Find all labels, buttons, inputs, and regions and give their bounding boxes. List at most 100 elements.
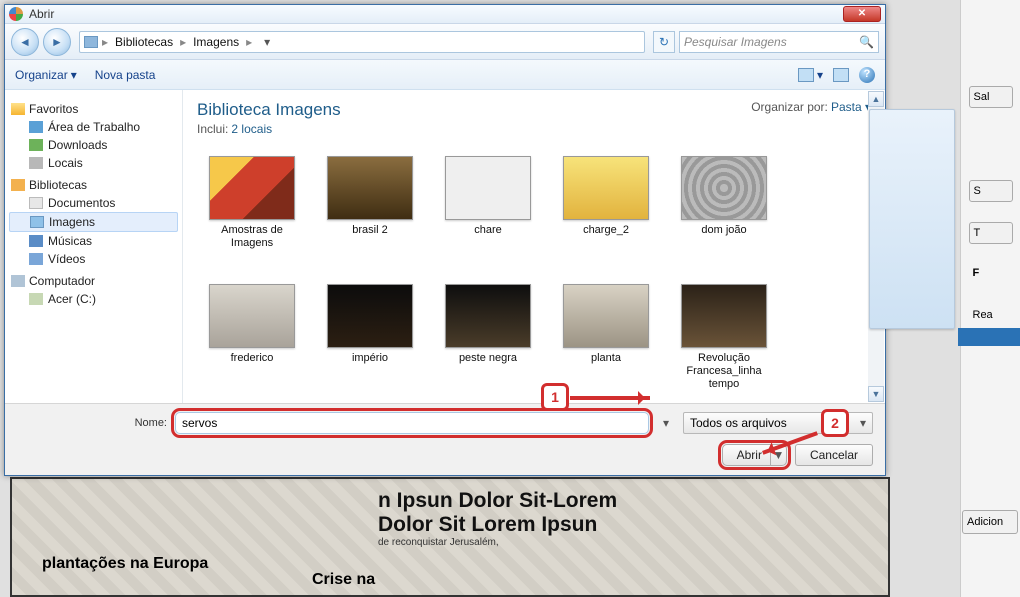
bg-headline-2: Dolor Sit Lorem Ipsun (378, 513, 738, 537)
chrome-icon (9, 7, 23, 21)
filter-label: Todos os arquivos (690, 416, 787, 430)
file-item[interactable]: frederico (197, 280, 307, 395)
file-name: chare (474, 224, 502, 237)
organize-label: Organizar (15, 68, 68, 82)
music-icon (29, 235, 43, 247)
breadcrumb-folder[interactable]: Imagens (190, 35, 242, 49)
back-button[interactable]: ◄ (11, 28, 39, 56)
bg-s-button[interactable]: S (969, 180, 1013, 202)
callout-badge-2: 2 (821, 409, 849, 437)
thumbnail-icon (327, 156, 413, 220)
bg-subtext: de reconquistar Jerusalém, (378, 537, 738, 548)
bg-save-button[interactable]: Sal (969, 86, 1013, 108)
file-item[interactable]: Revolução Francesa_linha tempo (669, 280, 779, 395)
file-name: brasil 2 (352, 224, 387, 237)
video-icon (29, 253, 43, 265)
file-item[interactable]: império (315, 280, 425, 395)
bg-t-button[interactable]: T (969, 222, 1013, 244)
callout-arrow-1 (570, 396, 650, 400)
scroll-thumb[interactable] (869, 109, 955, 329)
filename-dropdown[interactable]: ▾ (657, 416, 675, 430)
libraries-header[interactable]: Bibliotecas (11, 178, 176, 192)
nav-music[interactable]: Músicas (9, 232, 178, 250)
bg-rea-label: Rea (969, 306, 1013, 328)
includes-label: Inclui: (197, 122, 228, 136)
chevron-right-icon: ▸ (180, 35, 186, 49)
scroll-up-button[interactable]: ▲ (868, 91, 884, 107)
thumbnail-icon (209, 156, 295, 220)
nav-item-label: Documentos (48, 196, 115, 210)
drive-icon (29, 293, 43, 305)
file-name: charge_2 (583, 224, 629, 237)
file-item[interactable]: planta (551, 280, 661, 395)
favorites-label: Favoritos (29, 102, 78, 116)
vertical-scrollbar[interactable]: ▲ ▼ (868, 91, 884, 402)
view-icon (798, 68, 814, 82)
file-list-pane: Biblioteca Imagens Inclui: 2 locais Orga… (183, 90, 885, 403)
folder-icon (84, 36, 98, 48)
nav-item-label: Acer (C:) (48, 292, 96, 306)
thumbnail-icon (681, 156, 767, 220)
organize-menu[interactable]: Organizar ▾ (15, 68, 77, 82)
new-folder-button[interactable]: Nova pasta (95, 68, 156, 82)
chevron-right-icon: ▸ (246, 35, 252, 49)
refresh-button[interactable]: ↻ (653, 31, 675, 53)
libraries-label: Bibliotecas (29, 178, 87, 192)
chevron-right-icon: ▸ (102, 35, 108, 49)
breadcrumb-root[interactable]: Bibliotecas (112, 35, 176, 49)
help-icon[interactable]: ? (859, 67, 875, 83)
computer-label: Computador (29, 274, 95, 288)
nav-item-label: Área de Trabalho (48, 120, 140, 134)
document-icon (29, 197, 43, 209)
titlebar: Abrir ✕ (5, 5, 885, 24)
nav-item-label: Locais (48, 156, 83, 170)
bg-f-label: F (969, 264, 1013, 286)
navigation-pane: Favoritos Área de Trabalho Downloads Loc… (5, 90, 183, 403)
library-title: Biblioteca Imagens (197, 100, 341, 120)
organize-by-menu[interactable]: Pasta ▾ (831, 100, 871, 114)
star-icon (11, 103, 25, 115)
dialog-footer: Nome: ▾ Todos os arquivos ▾ Abrir ▼ Canc… (5, 403, 885, 475)
file-name: planta (591, 352, 621, 365)
breadcrumb-dropdown[interactable]: ▾ (256, 35, 278, 49)
images-icon (30, 216, 44, 228)
command-bar: Organizar ▾ Nova pasta ▾ ? (5, 60, 885, 90)
nav-desktop[interactable]: Área de Trabalho (9, 118, 178, 136)
nav-locals[interactable]: Locais (9, 154, 178, 172)
favorites-header[interactable]: Favoritos (11, 102, 176, 116)
bg-plant-text: plantações na Europa (42, 555, 208, 573)
file-name: frederico (231, 352, 274, 365)
nav-images[interactable]: Imagens (9, 212, 178, 232)
bg-add-button[interactable]: Adicion (962, 510, 1018, 534)
cancel-button[interactable]: Cancelar (795, 444, 873, 466)
file-grid: Amostras de Imagens brasil 2 chare charg… (197, 152, 871, 403)
file-item[interactable]: chare (433, 152, 543, 254)
file-item[interactable]: charge_2 (551, 152, 661, 254)
close-button[interactable]: ✕ (843, 6, 881, 22)
nav-videos[interactable]: Vídeos (9, 250, 178, 268)
nav-documents[interactable]: Documentos (9, 194, 178, 212)
file-name: peste negra (459, 352, 517, 365)
view-menu[interactable]: ▾ (798, 68, 823, 82)
search-input[interactable]: Pesquisar Imagens 🔍 (679, 31, 879, 53)
file-item[interactable]: Amostras de Imagens (197, 152, 307, 254)
address-bar-row: ◄ ► ▸ Bibliotecas ▸ Imagens ▸ ▾ ↻ Pesqui… (5, 24, 885, 60)
includes-link[interactable]: 2 locais (231, 122, 272, 136)
filename-input[interactable] (175, 412, 649, 434)
thumbnail-icon (563, 284, 649, 348)
nav-downloads[interactable]: Downloads (9, 136, 178, 154)
new-folder-label: Nova pasta (95, 68, 156, 82)
thumbnail-icon (681, 284, 767, 348)
scroll-down-button[interactable]: ▼ (868, 386, 884, 402)
file-item[interactable]: peste negra (433, 280, 543, 395)
preview-pane-icon[interactable] (833, 68, 849, 82)
organize-by-label: Organizar por: (751, 100, 828, 114)
computer-header[interactable]: Computador (11, 274, 176, 288)
bg-crise-text: Crise na (312, 571, 375, 589)
file-item[interactable]: brasil 2 (315, 152, 425, 254)
file-item[interactable]: dom joão (669, 152, 779, 254)
search-icon: 🔍 (859, 35, 874, 49)
forward-button[interactable]: ► (43, 28, 71, 56)
nav-drive-c[interactable]: Acer (C:) (9, 290, 178, 308)
breadcrumb[interactable]: ▸ Bibliotecas ▸ Imagens ▸ ▾ (79, 31, 645, 53)
